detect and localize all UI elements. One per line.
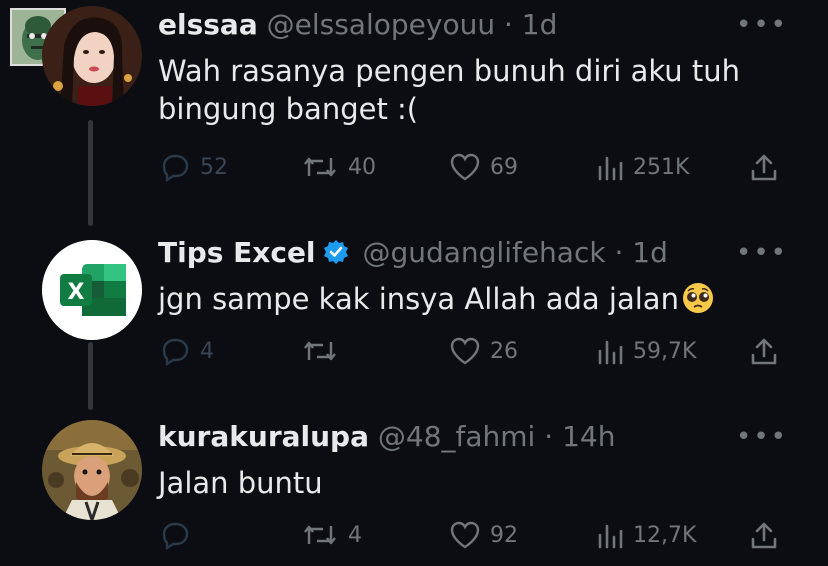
share-button[interactable] <box>748 520 780 552</box>
timestamp[interactable]: 1d <box>522 8 558 41</box>
more-icon[interactable]: ••• <box>736 10 788 40</box>
like-icon <box>450 153 480 181</box>
action-bar: 52 40 69 251K <box>158 152 788 186</box>
avatar[interactable] <box>42 6 142 106</box>
more-icon[interactable]: ••• <box>736 238 788 268</box>
display-name[interactable]: Tips Excel <box>158 236 316 269</box>
like-button[interactable]: 92 <box>448 520 518 550</box>
tweet-item[interactable]: kurakuralupa @48_fahmi · 14h ••• Jalan b… <box>0 410 828 566</box>
retweet-button[interactable] <box>300 336 348 366</box>
tweet-header: Tips Excel @gudanglifehack · 1d <box>158 236 758 270</box>
views-icon <box>598 524 623 549</box>
share-icon <box>751 522 777 549</box>
views-count: 251K <box>633 154 690 180</box>
display-name[interactable]: kurakuralupa <box>158 420 369 453</box>
like-button[interactable]: 69 <box>448 152 518 182</box>
excel-logo-letter: X <box>68 280 85 305</box>
timestamp[interactable]: 14h <box>562 420 615 453</box>
tweet-text: Wah rasanya pengen bunuh diri aku tuh bi… <box>158 54 740 126</box>
share-button[interactable] <box>748 336 780 368</box>
pleading-face-emoji <box>682 283 713 313</box>
like-count: 92 <box>490 522 518 548</box>
like-icon <box>450 521 480 549</box>
tweet-text-content: jgn sampe kak insya Allah ada jalan <box>158 282 679 316</box>
reply-icon <box>162 338 189 366</box>
action-bar: 4 92 12,7K <box>158 520 788 554</box>
reply-count: 52 <box>200 154 228 180</box>
username[interactable]: @elssalopeyouu <box>267 8 495 41</box>
avatar[interactable]: X <box>42 240 142 340</box>
verified-badge-icon <box>323 240 348 264</box>
views-button[interactable]: 59,7K <box>595 336 696 366</box>
views-button[interactable]: 251K <box>595 152 689 182</box>
retweet-button[interactable]: 4 <box>300 520 362 550</box>
views-icon <box>598 340 623 365</box>
views-count: 59,7K <box>633 338 697 364</box>
like-button[interactable]: 26 <box>448 336 518 366</box>
retweet-button[interactable]: 40 <box>300 152 376 182</box>
reply-button[interactable]: 4 <box>158 336 214 366</box>
username[interactable]: @gudanglifehack <box>362 236 605 269</box>
like-count: 69 <box>490 154 518 180</box>
like-icon <box>450 337 480 365</box>
share-icon <box>751 338 777 365</box>
display-name[interactable]: elssaa <box>158 8 258 41</box>
more-icon[interactable]: ••• <box>736 422 788 452</box>
share-icon <box>751 154 777 181</box>
separator-dot: · <box>503 8 513 41</box>
retweet-count: 40 <box>348 154 376 180</box>
tweet-header: elssaa @elssalopeyouu · 1d <box>158 8 758 42</box>
tweet-text: jgn sampe kak insya Allah ada jalan <box>158 280 798 318</box>
share-button[interactable] <box>748 152 780 184</box>
tweet-text: Jalan buntu <box>158 466 323 500</box>
tweet-header: kurakuralupa @48_fahmi · 14h <box>158 420 758 454</box>
tweet-item[interactable]: X Tips Excel @gudanglifehack · 1d ••• jg… <box>0 226 828 386</box>
retweet-count: 4 <box>348 522 362 548</box>
reply-button[interactable] <box>158 520 200 550</box>
reply-button[interactable]: 52 <box>158 152 228 182</box>
retweet-icon <box>304 341 336 361</box>
reply-count: 4 <box>200 338 214 364</box>
separator-dot: · <box>544 420 554 453</box>
views-count: 12,7K <box>633 522 697 548</box>
retweet-icon <box>304 157 336 177</box>
like-count: 26 <box>490 338 518 364</box>
views-icon <box>598 156 623 181</box>
username[interactable]: @48_fahmi <box>378 420 535 453</box>
separator-dot: · <box>614 236 624 269</box>
avatar[interactable] <box>42 420 142 520</box>
reply-icon <box>162 522 189 550</box>
reply-icon <box>162 154 189 182</box>
action-bar: 4 26 59,7K <box>158 336 788 370</box>
timestamp[interactable]: 1d <box>632 236 668 269</box>
retweet-icon <box>304 525 336 545</box>
views-button[interactable]: 12,7K <box>595 520 696 550</box>
tweet-item[interactable]: elssaa @elssalopeyouu · 1d ••• Wah rasan… <box>0 0 828 205</box>
